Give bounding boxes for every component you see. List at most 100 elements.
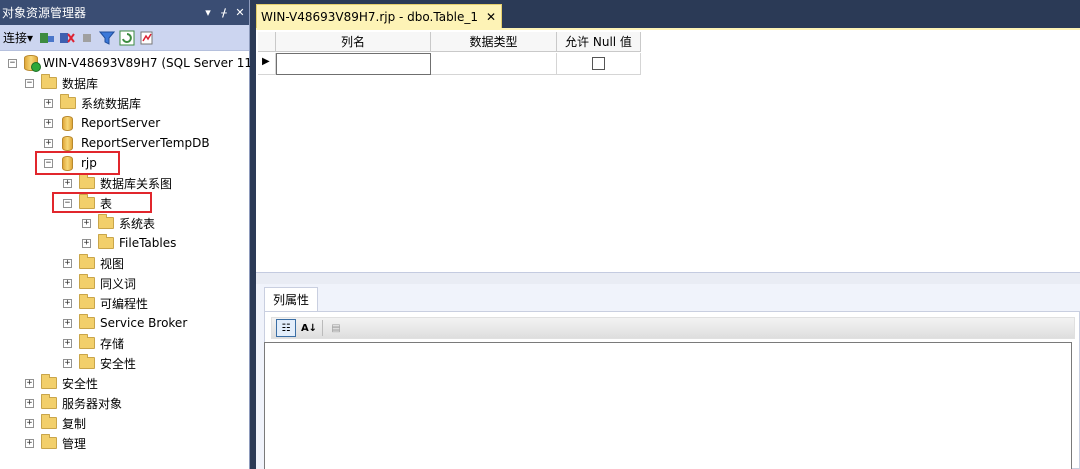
column-header-allownull[interactable]: 允许 Null 值 bbox=[557, 32, 641, 52]
collapse-icon[interactable]: − bbox=[25, 78, 34, 88]
horizontal-splitter[interactable] bbox=[256, 272, 1080, 284]
tree-node[interactable]: + 服务器对象 bbox=[25, 393, 122, 413]
stop-icon[interactable] bbox=[79, 30, 95, 46]
expand-icon[interactable]: + bbox=[82, 238, 91, 248]
column-name-input[interactable] bbox=[276, 53, 431, 75]
tree-node[interactable]: + 系统数据库 bbox=[44, 93, 141, 113]
activity-monitor-icon[interactable] bbox=[139, 30, 155, 46]
expand-icon[interactable]: + bbox=[25, 418, 34, 428]
row-selector[interactable]: ▶ bbox=[258, 53, 276, 75]
table-designer: 列名 数据类型 允许 Null 值 ▶ bbox=[256, 28, 1080, 272]
row-indicator-icon: ▶ bbox=[262, 56, 270, 67]
tree-node[interactable]: + 安全性 bbox=[63, 353, 136, 373]
connect-dropdown-icon: ▾ bbox=[27, 31, 34, 45]
folder-icon bbox=[41, 374, 57, 389]
tree-node[interactable]: − WIN-V48693V89H7 (SQL Server 11. bbox=[8, 53, 256, 73]
connect-object-explorer-icon[interactable] bbox=[39, 30, 55, 46]
tree-node[interactable]: + Service Broker bbox=[63, 313, 187, 333]
connect-button[interactable]: 连接▾ bbox=[3, 29, 33, 46]
tree-node[interactable]: + 视图 bbox=[63, 253, 124, 273]
column-header-datatype[interactable]: 数据类型 bbox=[431, 32, 557, 52]
tree-node[interactable]: + 复制 bbox=[25, 413, 86, 433]
object-explorer-title: 对象资源管理器 bbox=[2, 6, 87, 20]
folder-icon bbox=[79, 294, 95, 309]
tree-node[interactable]: + ReportServerTempDB bbox=[44, 133, 210, 153]
tab-table-designer[interactable]: WIN-V48693V89H7.rjp - dbo.Table_1 ✕ bbox=[256, 4, 502, 28]
allow-null-cell bbox=[557, 53, 641, 75]
expand-icon[interactable]: + bbox=[63, 358, 72, 368]
alphabetical-sort-icon[interactable]: A↓ bbox=[299, 319, 319, 337]
tree-node-label: 数据库关系图 bbox=[100, 176, 173, 191]
tree-node-label: 数据库 bbox=[62, 76, 99, 91]
tab-column-properties[interactable]: 列属性 bbox=[264, 287, 319, 311]
folder-icon bbox=[41, 434, 57, 449]
expand-icon[interactable]: + bbox=[25, 378, 34, 388]
tree-node[interactable]: + 可编程性 bbox=[63, 293, 148, 313]
folder-icon bbox=[41, 74, 57, 89]
tree-node[interactable]: + 系统表 bbox=[82, 213, 155, 233]
folder-icon bbox=[41, 394, 57, 409]
tree-node[interactable]: + 数据库关系图 bbox=[63, 173, 172, 193]
toolbar-separator bbox=[322, 320, 323, 336]
close-icon[interactable]: ✕ bbox=[233, 6, 247, 19]
collapse-icon[interactable]: − bbox=[8, 58, 17, 68]
highlight-tables bbox=[52, 192, 152, 213]
object-explorer-panel: 对象资源管理器 ▾ ᚋ ✕ 连接▾ − WIN-V48693V89H7 (SQL … bbox=[0, 0, 256, 469]
expand-icon[interactable]: + bbox=[63, 178, 72, 188]
property-pages-icon[interactable]: ▤ bbox=[326, 319, 346, 337]
expand-icon[interactable]: + bbox=[44, 138, 53, 148]
refresh-icon[interactable] bbox=[119, 30, 135, 46]
column-header-name[interactable]: 列名 bbox=[276, 32, 431, 52]
expand-icon[interactable]: + bbox=[25, 438, 34, 448]
tree-node-label: 系统表 bbox=[119, 216, 156, 231]
database-icon bbox=[62, 135, 73, 151]
tree-node[interactable]: + 存储 bbox=[63, 333, 124, 353]
grid-corner bbox=[258, 32, 276, 52]
properties-toolbar: ☷ A↓ ▤ bbox=[271, 317, 1075, 339]
document-tab-bar: WIN-V48693V89H7.rjp - dbo.Table_1 ✕ bbox=[256, 0, 1080, 28]
tree-node[interactable]: + 安全性 bbox=[25, 373, 98, 393]
folder-icon bbox=[41, 414, 57, 429]
expand-icon[interactable]: + bbox=[63, 298, 72, 308]
tab-title: WIN-V48693V89H7.rjp - dbo.Table_1 bbox=[261, 9, 479, 24]
expand-icon[interactable]: + bbox=[82, 218, 91, 228]
panel-dropdown-icon[interactable]: ▾ bbox=[201, 6, 215, 19]
highlight-rjp bbox=[35, 151, 120, 175]
filter-icon[interactable] bbox=[99, 30, 116, 46]
expand-icon[interactable]: + bbox=[44, 118, 53, 128]
object-explorer-toolbar: 连接▾ bbox=[0, 25, 249, 51]
tree-node-label: ReportServer bbox=[81, 116, 161, 130]
tree-node-label: 安全性 bbox=[62, 376, 99, 391]
data-type-cell[interactable] bbox=[431, 53, 557, 75]
categorized-icon[interactable]: ☷ bbox=[276, 319, 296, 337]
expand-icon[interactable]: + bbox=[63, 318, 72, 328]
tree-node-label: 同义词 bbox=[100, 276, 137, 291]
expand-icon[interactable]: + bbox=[63, 258, 72, 268]
tree-node-label: 系统数据库 bbox=[81, 96, 142, 111]
tree-node-label: 复制 bbox=[62, 416, 87, 431]
expand-icon[interactable]: + bbox=[63, 278, 72, 288]
folder-icon bbox=[79, 334, 95, 349]
tree-node[interactable]: + FileTables bbox=[82, 233, 176, 253]
tab-close-icon[interactable]: ✕ bbox=[486, 10, 496, 24]
expand-icon[interactable]: + bbox=[25, 398, 34, 408]
allow-null-checkbox[interactable] bbox=[592, 57, 605, 70]
pin-icon[interactable]: ᚋ bbox=[217, 6, 231, 19]
tree-node[interactable]: + 同义词 bbox=[63, 273, 136, 293]
object-explorer-titlebar: 对象资源管理器 ▾ ᚋ ✕ bbox=[0, 0, 249, 25]
server-icon bbox=[24, 55, 41, 72]
tree-node[interactable]: + ReportServer bbox=[44, 113, 160, 133]
disconnect-icon[interactable] bbox=[59, 30, 75, 46]
tree-node-label: FileTables bbox=[119, 236, 177, 250]
property-grid[interactable] bbox=[264, 342, 1072, 469]
tree-node-label: 服务器对象 bbox=[62, 396, 123, 411]
folder-icon bbox=[98, 214, 114, 229]
tree-node-label: 存储 bbox=[100, 336, 125, 351]
tree-node[interactable]: − 数据库 bbox=[25, 73, 98, 93]
folder-icon bbox=[79, 254, 95, 269]
tree-node[interactable]: + 管理 bbox=[25, 433, 86, 453]
expand-icon[interactable]: + bbox=[44, 98, 53, 108]
tree-node-label: 安全性 bbox=[100, 356, 137, 371]
expand-icon[interactable]: + bbox=[63, 338, 72, 348]
folder-icon bbox=[98, 234, 114, 249]
